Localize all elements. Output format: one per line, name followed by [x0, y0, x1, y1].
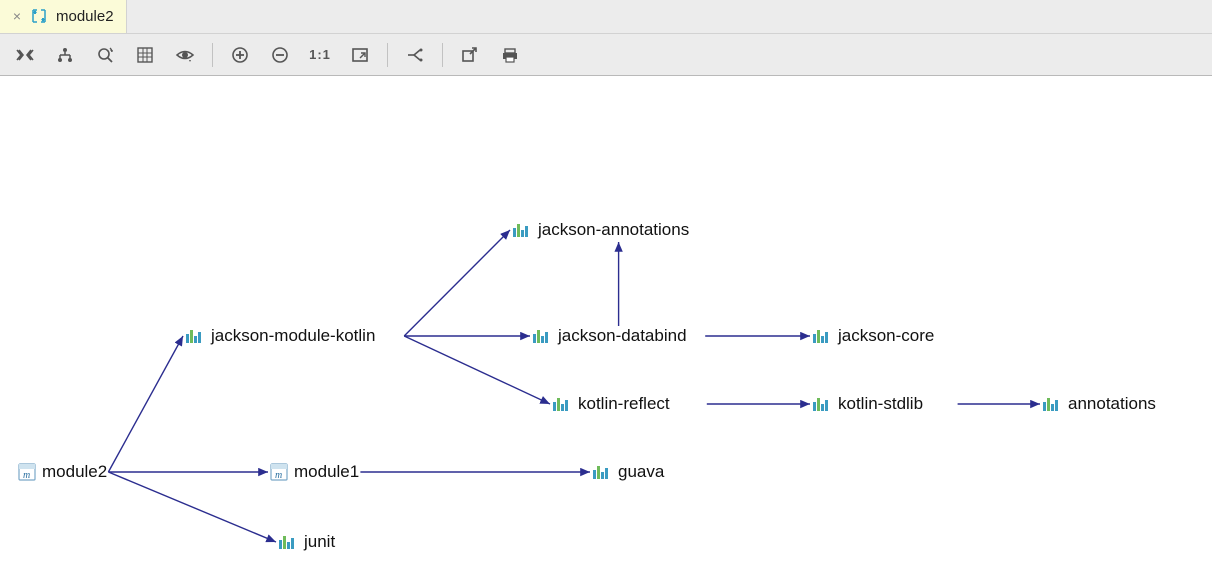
module-icon: m	[270, 463, 288, 481]
node-label: module1	[294, 462, 359, 482]
find-parent-button[interactable]	[48, 38, 82, 72]
graph-node-junit[interactable]: junit	[278, 532, 335, 552]
node-label: jackson-module-kotlin	[211, 326, 375, 346]
graph-node-jackson-core[interactable]: jackson-core	[812, 326, 934, 346]
toolbar-separator	[387, 43, 388, 67]
library-icon	[592, 464, 612, 480]
library-icon	[552, 396, 572, 412]
close-icon[interactable]: ×	[12, 11, 22, 21]
export-button[interactable]	[453, 38, 487, 72]
svg-text:m: m	[275, 470, 282, 481]
fit-content-button[interactable]	[343, 38, 377, 72]
node-label: jackson-databind	[558, 326, 687, 346]
graph-node-jackson-annotations[interactable]: jackson-annotations	[512, 220, 689, 240]
diagram-icon	[30, 8, 48, 24]
library-icon	[812, 396, 832, 412]
routing-button[interactable]	[398, 38, 432, 72]
toolbar-separator	[212, 43, 213, 67]
tab-bar: × module2	[0, 0, 1212, 34]
graph-node-module2[interactable]: m module2	[18, 462, 107, 482]
node-label: kotlin-stdlib	[838, 394, 923, 414]
toolbar-separator	[442, 43, 443, 67]
node-label: kotlin-reflect	[578, 394, 670, 414]
library-icon	[812, 328, 832, 344]
collapse-expand-button[interactable]	[8, 38, 42, 72]
editor-tab-module2[interactable]: × module2	[0, 0, 127, 33]
node-label: junit	[304, 532, 335, 552]
graph-node-kotlin-stdlib[interactable]: kotlin-stdlib	[812, 394, 923, 414]
dependency-graph-canvas[interactable]: m module2 jackson-module-kotlin m module1 jun…	[0, 76, 1212, 588]
graph-node-jackson-module-kotlin[interactable]: jackson-module-kotlin	[185, 326, 375, 346]
tab-title: module2	[56, 8, 114, 25]
library-icon	[278, 534, 298, 550]
toggle-visibility-button[interactable]	[168, 38, 202, 72]
library-icon	[512, 222, 532, 238]
graph-node-kotlin-reflect[interactable]: kotlin-reflect	[552, 394, 670, 414]
zoom-to-selection-button[interactable]	[88, 38, 122, 72]
node-label: module2	[42, 462, 107, 482]
node-label: annotations	[1068, 394, 1156, 414]
library-icon	[1042, 396, 1062, 412]
scale-1-1-button[interactable]: 1:1	[303, 38, 337, 72]
module-icon: m	[18, 463, 36, 481]
node-label: jackson-annotations	[538, 220, 689, 240]
print-button[interactable]	[493, 38, 527, 72]
graph-node-module1[interactable]: m module1	[270, 462, 359, 482]
library-icon	[185, 328, 205, 344]
library-icon	[532, 328, 552, 344]
node-label: guava	[618, 462, 664, 482]
zoom-out-button[interactable]	[263, 38, 297, 72]
node-label: jackson-core	[838, 326, 934, 346]
svg-text:m: m	[23, 470, 30, 481]
graph-node-jackson-databind[interactable]: jackson-databind	[532, 326, 687, 346]
zoom-in-button[interactable]	[223, 38, 257, 72]
graph-node-guava[interactable]: guava	[592, 462, 664, 482]
toggle-grid-button[interactable]	[128, 38, 162, 72]
graph-node-annotations[interactable]: annotations	[1042, 394, 1156, 414]
diagram-toolbar: 1:1	[0, 34, 1212, 76]
